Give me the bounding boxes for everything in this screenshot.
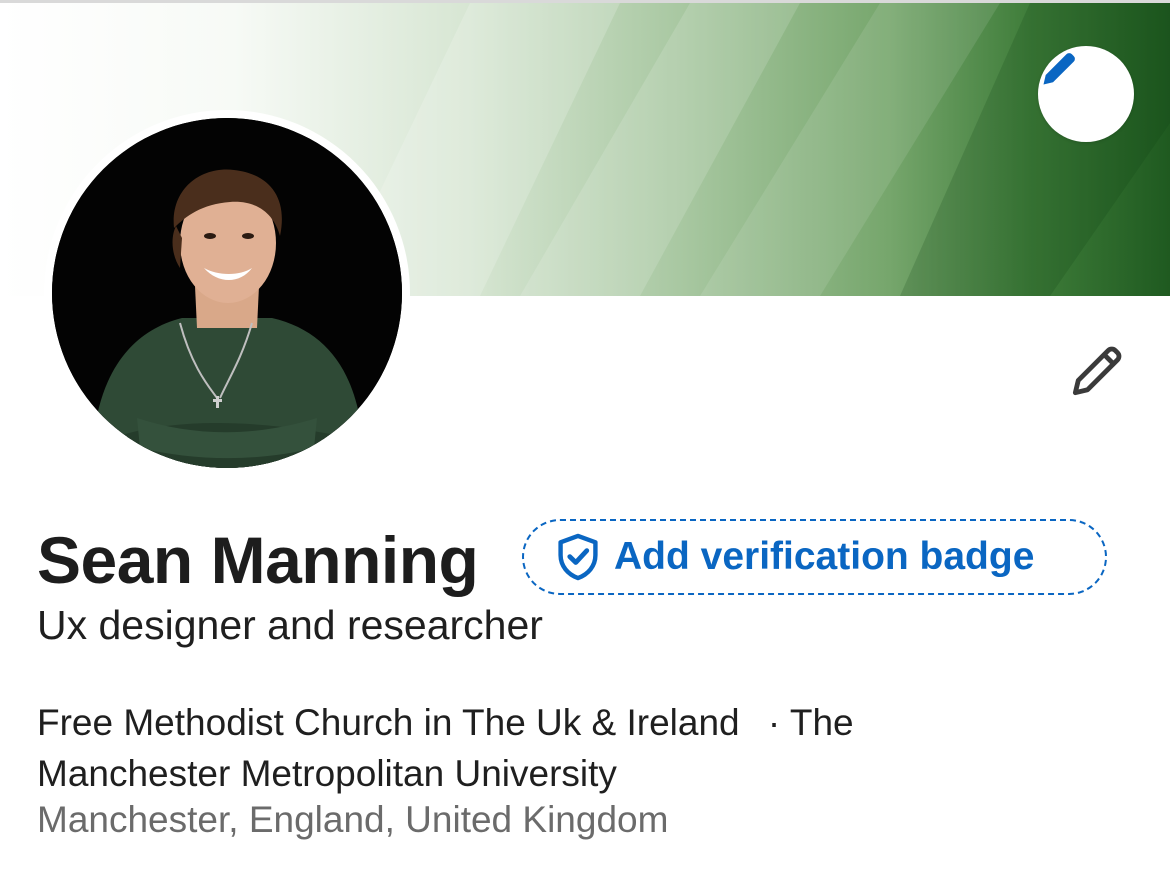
edit-cover-button[interactable]: [1038, 46, 1134, 142]
dot-separator: ·: [767, 702, 781, 743]
profile-affiliations: Free Methodist Church in The Uk & Irelan…: [37, 697, 1037, 799]
name-row: Sean Manning: [37, 518, 479, 602]
organization-link[interactable]: Free Methodist Church in The Uk & Irelan…: [37, 702, 740, 743]
pencil-icon: [1043, 53, 1075, 85]
profile-headline: Ux designer and researcher: [37, 602, 543, 648]
shield-check-icon: [558, 533, 598, 581]
profile-name: Sean Manning: [37, 523, 479, 597]
profile-photo[interactable]: [44, 110, 410, 476]
pencil-icon: [1072, 346, 1122, 396]
edit-profile-button[interactable]: [1060, 332, 1136, 408]
verification-badge-label: Add verification badge: [614, 535, 1035, 578]
portrait-image: [52, 118, 402, 468]
avatar: [52, 118, 402, 468]
add-verification-badge-button[interactable]: Add verification badge: [522, 519, 1107, 595]
profile-location: Manchester, England, United Kingdom: [37, 799, 669, 840]
profile-card: Sean Manning Add verification badge Ux d…: [0, 0, 1170, 878]
